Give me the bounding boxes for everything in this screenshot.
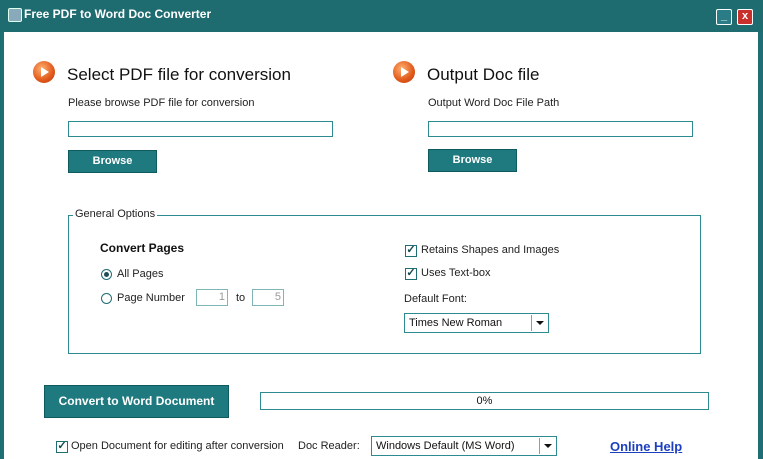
- convert-button[interactable]: Convert to Word Document: [44, 385, 229, 418]
- open-after-checkbox[interactable]: ✓: [56, 441, 68, 453]
- play-arrow-icon: [393, 61, 415, 83]
- input-section-title: Select PDF file for conversion: [67, 65, 291, 84]
- page-to-input[interactable]: 5: [252, 289, 284, 306]
- textbox-label: Uses Text-box: [421, 267, 491, 279]
- main-panel: Select PDF file for conversion Please br…: [4, 32, 758, 459]
- retain-shapes-checkbox[interactable]: ✓: [405, 245, 417, 257]
- page-number-radio[interactable]: [101, 293, 112, 304]
- chevron-down-icon[interactable]: [539, 438, 555, 454]
- doc-path-input[interactable]: [428, 121, 693, 137]
- retain-shapes-label: Retains Shapes and Images: [421, 244, 560, 256]
- output-hint: Output Word Doc File Path: [428, 97, 560, 109]
- progress-text: 0%: [476, 395, 493, 407]
- browse-pdf-button[interactable]: Browse: [68, 150, 157, 173]
- chevron-down-icon[interactable]: [531, 315, 547, 331]
- page-from-input[interactable]: 1: [196, 289, 228, 306]
- convert-button-label: Convert to Word Document: [58, 394, 215, 408]
- window-title: Free PDF to Word Doc Converter: [24, 7, 212, 21]
- browse-doc-button[interactable]: Browse: [428, 149, 517, 172]
- doc-reader-value: Windows Default (MS Word): [376, 440, 515, 452]
- doc-reader-label: Doc Reader:: [298, 440, 360, 452]
- output-section-title: Output Doc file: [427, 65, 540, 84]
- convert-pages-heading: Convert Pages: [100, 241, 185, 255]
- online-help-link[interactable]: Online Help: [610, 439, 682, 454]
- app-icon: [8, 8, 22, 22]
- conversion-progress-bar: 0%: [260, 392, 709, 410]
- pdf-path-input[interactable]: [68, 121, 333, 137]
- doc-reader-select[interactable]: Windows Default (MS Word): [371, 436, 557, 456]
- all-pages-label: All Pages: [117, 268, 164, 280]
- general-options-group: General Options Convert Pages All Pages …: [68, 208, 701, 354]
- browse-pdf-label: Browse: [92, 155, 133, 167]
- title-bar: Free PDF to Word Doc Converter _ x: [0, 0, 763, 32]
- default-font-value: Times New Roman: [409, 317, 503, 329]
- to-label: to: [236, 292, 246, 304]
- default-font-select[interactable]: Times New Roman: [404, 313, 549, 333]
- open-after-label: Open Document for editing after conversi…: [71, 440, 284, 452]
- minimize-button[interactable]: _: [716, 9, 732, 25]
- default-font-label: Default Font:: [404, 293, 467, 305]
- input-hint: Please browse PDF file for conversion: [68, 97, 255, 109]
- all-pages-radio[interactable]: [101, 269, 112, 280]
- textbox-checkbox[interactable]: ✓: [405, 268, 417, 280]
- page-number-label: Page Number: [117, 292, 185, 304]
- close-button[interactable]: x: [737, 9, 753, 25]
- app-window: Free PDF to Word Doc Converter _ x Selec…: [0, 0, 763, 459]
- play-arrow-icon: [33, 61, 55, 83]
- general-options-legend: General Options: [73, 208, 158, 220]
- browse-doc-label: Browse: [452, 154, 493, 166]
